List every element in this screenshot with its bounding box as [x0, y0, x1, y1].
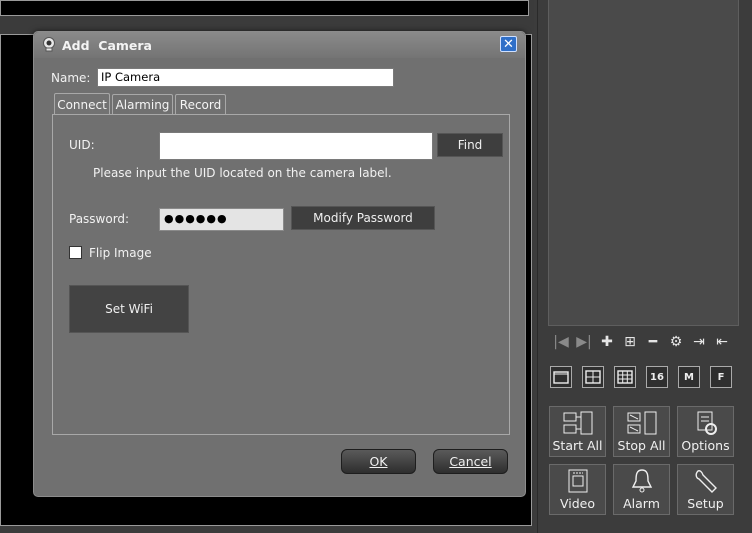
uid-hint: Please input the UID located on the came… — [93, 166, 392, 180]
start-all-button[interactable]: Start All — [549, 406, 606, 457]
action-grid: Start All Stop All Options Video Alarm S… — [549, 406, 734, 515]
set-wifi-button[interactable]: Set WiFi — [69, 285, 189, 333]
setup-label: Setup — [687, 496, 724, 511]
import-icon[interactable]: ⇤ — [714, 334, 730, 350]
start-all-label: Start All — [552, 438, 603, 453]
flip-image-checkbox[interactable] — [69, 246, 82, 259]
next-icon[interactable]: ▶| — [576, 334, 592, 350]
uid-field[interactable] — [159, 132, 433, 160]
stop-all-label: Stop All — [617, 438, 666, 453]
tab-connect[interactable]: Connect — [54, 93, 110, 115]
ok-button[interactable]: OK — [341, 449, 416, 474]
setup-button[interactable]: Setup — [677, 464, 734, 515]
layout-fullscreen-button[interactable]: F — [710, 366, 732, 388]
video-label: Video — [559, 496, 596, 511]
remove-icon[interactable]: ━ — [645, 334, 661, 350]
video-file-icon — [568, 469, 587, 492]
layout-bar: 16 M F — [550, 366, 732, 388]
single-view-icon — [553, 371, 569, 384]
add-camera-dialog: Add Camera ✕ Name: IP Camera Connect Ala… — [33, 31, 526, 497]
bell-icon — [631, 468, 652, 492]
dialog-titlebar[interactable]: Add Camera ✕ — [34, 32, 525, 58]
layout-16-button[interactable]: 16 — [646, 366, 668, 388]
connect-panel: UID: Find Please input the UID located o… — [52, 114, 510, 435]
device-toolbar: |◀ ▶| ✚ ⊞ ━ ⚙ ⇥ ⇤ — [553, 334, 743, 350]
wrench-icon — [695, 469, 717, 493]
close-icon[interactable]: ✕ — [500, 36, 517, 52]
cancel-button[interactable]: Cancel — [433, 449, 508, 474]
uid-label: UID: — [69, 138, 95, 152]
video-button[interactable]: Video — [549, 464, 606, 515]
modify-password-button[interactable]: Modify Password — [291, 206, 435, 230]
alarm-button[interactable]: Alarm — [613, 464, 670, 515]
add-icon[interactable]: ✚ — [599, 334, 615, 350]
nine-view-icon — [617, 370, 633, 384]
export-icon[interactable]: ⇥ — [691, 334, 707, 350]
layout-9-button[interactable] — [614, 366, 636, 388]
camera-stop-icon — [627, 411, 656, 434]
device-list[interactable] — [548, 0, 739, 326]
name-label: Name: — [51, 71, 91, 85]
settings-gear-icon[interactable]: ⚙ — [668, 334, 684, 350]
quad-view-icon — [585, 370, 601, 384]
first-icon[interactable]: |◀ — [553, 334, 569, 350]
name-field[interactable]: IP Camera — [97, 68, 394, 87]
tab-record[interactable]: Record — [175, 94, 226, 114]
password-label: Password: — [69, 212, 130, 226]
stop-all-button[interactable]: Stop All — [613, 406, 670, 457]
tab-alarming[interactable]: Alarming — [112, 94, 173, 114]
add-camera-icon[interactable]: ⊞ — [622, 334, 638, 350]
layout-4-button[interactable] — [582, 366, 604, 388]
options-button[interactable]: Options — [677, 406, 734, 457]
video-pane-top[interactable] — [0, 0, 529, 16]
camera-start-icon — [563, 411, 592, 434]
layout-1-button[interactable] — [550, 366, 572, 388]
options-label: Options — [681, 438, 730, 453]
webcam-icon — [43, 37, 55, 52]
layout-m-button[interactable]: M — [678, 366, 700, 388]
options-icon — [697, 411, 717, 435]
alarm-label: Alarm — [623, 496, 660, 511]
dialog-title: Add Camera — [62, 38, 152, 53]
password-field[interactable]: ●●●●●● — [159, 208, 284, 231]
find-button[interactable]: Find — [437, 133, 503, 157]
flip-image-label: Flip Image — [89, 246, 152, 260]
